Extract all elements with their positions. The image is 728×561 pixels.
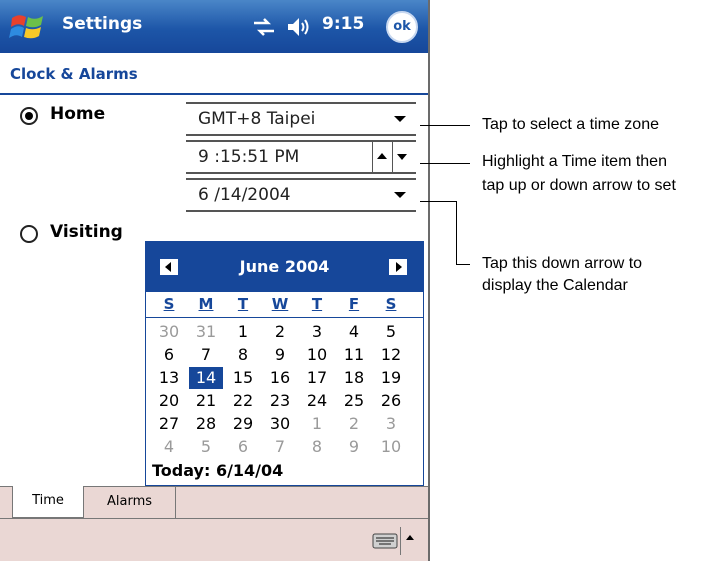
calendar-day-other-month[interactable]: 5: [189, 436, 223, 458]
weekday-header: F: [348, 295, 360, 313]
calendar-day[interactable]: 12: [374, 344, 408, 366]
calendar-day[interactable]: 18: [337, 367, 371, 389]
calendar-day[interactable]: 26: [374, 390, 408, 412]
calendar-day-other-month[interactable]: 6: [226, 436, 260, 458]
speaker-icon[interactable]: [286, 15, 312, 39]
calendar-day[interactable]: 8: [226, 344, 260, 366]
calendar-month-label: June 2004: [239, 257, 330, 276]
calendar-day[interactable]: 28: [189, 413, 223, 435]
callout-line-time: [420, 163, 470, 164]
home-radio[interactable]: [20, 107, 38, 125]
weekday-header: T: [311, 295, 323, 313]
calendar-day-other-month[interactable]: 2: [337, 413, 371, 435]
calendar-day[interactable]: 13: [152, 367, 186, 389]
page-header: Clock & Alarms: [0, 53, 428, 95]
calendar-day[interactable]: 16: [263, 367, 297, 389]
calendar-day[interactable]: 23: [263, 390, 297, 412]
calendar-day[interactable]: 30: [263, 413, 297, 435]
timezone-dropdown[interactable]: GMT+8 Taipei: [186, 102, 416, 136]
calendar-day[interactable]: 17: [300, 367, 334, 389]
calendar-day[interactable]: 29: [226, 413, 260, 435]
calendar-day[interactable]: 1: [226, 321, 260, 343]
calendar-day[interactable]: 10: [300, 344, 334, 366]
calendar-day-other-month[interactable]: 30: [152, 321, 186, 343]
calendar-day[interactable]: 24: [300, 390, 334, 412]
command-bar: [0, 518, 428, 561]
calendar-day[interactable]: 21: [189, 390, 223, 412]
next-month-button[interactable]: [389, 259, 407, 275]
date-dropdown-arrow-icon[interactable]: [394, 192, 406, 198]
calendar-popup: June 2004 SMTWTFS 30 31 1 2 3 4 5 6 7 8 9 10 11 12 13 1…: [145, 241, 424, 486]
calendar-day[interactable]: 11: [337, 344, 371, 366]
time-field[interactable]: 9 :15:51 PM: [186, 140, 416, 174]
callout-calendar-line1: Tap this down arrow to: [482, 255, 643, 272]
calendar-day[interactable]: 27: [152, 413, 186, 435]
callout-line-timezone: [420, 125, 470, 126]
timezone-dropdown-arrow-icon[interactable]: [394, 116, 406, 122]
clock[interactable]: 9:15: [322, 14, 364, 34]
title-bar: Settings 9:15 ok: [0, 0, 428, 53]
calendar-day[interactable]: 7: [189, 344, 223, 366]
calendar-day-other-month[interactable]: 31: [189, 321, 223, 343]
ok-button[interactable]: ok: [386, 11, 418, 43]
callout-time-line1: Highlight a Time item then: [482, 153, 667, 170]
down-arrow-icon: [397, 154, 407, 160]
calendar-day[interactable]: 25: [337, 390, 371, 412]
weekday-header: S: [385, 295, 397, 313]
callout-line-date-c: [456, 264, 470, 265]
date-value: 6 /14/2004: [198, 185, 291, 205]
time-spin-down-button[interactable]: [392, 142, 412, 172]
visiting-radio[interactable]: [20, 225, 38, 243]
weekday-header: W: [271, 295, 289, 313]
calendar-header: June 2004: [146, 242, 423, 292]
today-link[interactable]: Today: 6/14/04: [152, 461, 283, 480]
calendar-day[interactable]: 3: [300, 321, 334, 343]
calendar-day-other-month[interactable]: 4: [152, 436, 186, 458]
timezone-value: GMT+8 Taipei: [198, 109, 316, 129]
calendar-day-other-month[interactable]: 3: [374, 413, 408, 435]
page-title: Clock & Alarms: [10, 65, 138, 83]
window-title: Settings: [62, 14, 143, 34]
tab-time[interactable]: Time: [12, 486, 84, 518]
input-menu-arrow-icon[interactable]: [406, 535, 414, 540]
visiting-radio-label[interactable]: Visiting: [50, 222, 123, 242]
calendar-day-other-month[interactable]: 10: [374, 436, 408, 458]
weekday-header: S: [163, 295, 175, 313]
tab-alarms[interactable]: Alarms: [84, 487, 176, 518]
calendar-day[interactable]: 22: [226, 390, 260, 412]
callout-line-date-b: [456, 201, 457, 264]
calendar-day[interactable]: 6: [152, 344, 186, 366]
time-value[interactable]: 9 :15:51 PM: [198, 147, 299, 167]
calendar-day[interactable]: 9: [263, 344, 297, 366]
home-radio-label[interactable]: Home: [50, 104, 105, 124]
calendar-day-other-month[interactable]: 8: [300, 436, 334, 458]
weekday-header: T: [237, 295, 249, 313]
weekday-header-row: SMTWTFS: [146, 295, 423, 318]
calendar-day[interactable]: 15: [226, 367, 260, 389]
calendar-day[interactable]: 4: [337, 321, 371, 343]
command-bar-divider: [400, 527, 401, 555]
pocket-pc-screen: Settings 9:15 ok Clock & Alarms Home GMT…: [0, 0, 430, 561]
calendar-day[interactable]: 14: [189, 367, 223, 389]
calendar-day[interactable]: 2: [263, 321, 297, 343]
calendar-day-other-month[interactable]: 1: [300, 413, 334, 435]
callout-line-date-a: [420, 201, 456, 202]
callout-calendar-line2: display the Calendar: [482, 277, 628, 294]
connectivity-icon[interactable]: [252, 16, 276, 38]
right-arrow-icon: [396, 262, 402, 272]
calendar-day[interactable]: 19: [374, 367, 408, 389]
date-dropdown[interactable]: 6 /14/2004: [186, 178, 416, 212]
tab-strip: Time Alarms: [0, 486, 428, 518]
time-spin-up-button[interactable]: [372, 142, 392, 172]
calendar-day[interactable]: 20: [152, 390, 186, 412]
calendar-day[interactable]: 5: [374, 321, 408, 343]
calendar-day-other-month[interactable]: 9: [337, 436, 371, 458]
calendar-day-other-month[interactable]: 7: [263, 436, 297, 458]
weekday-header: M: [198, 295, 214, 313]
callout-time-line2: tap up or down arrow to set: [482, 177, 676, 194]
keyboard-icon[interactable]: [372, 533, 398, 549]
callout-timezone: Tap to select a time zone: [482, 116, 659, 133]
up-arrow-icon: [377, 153, 387, 159]
windows-start-icon[interactable]: [8, 8, 48, 46]
